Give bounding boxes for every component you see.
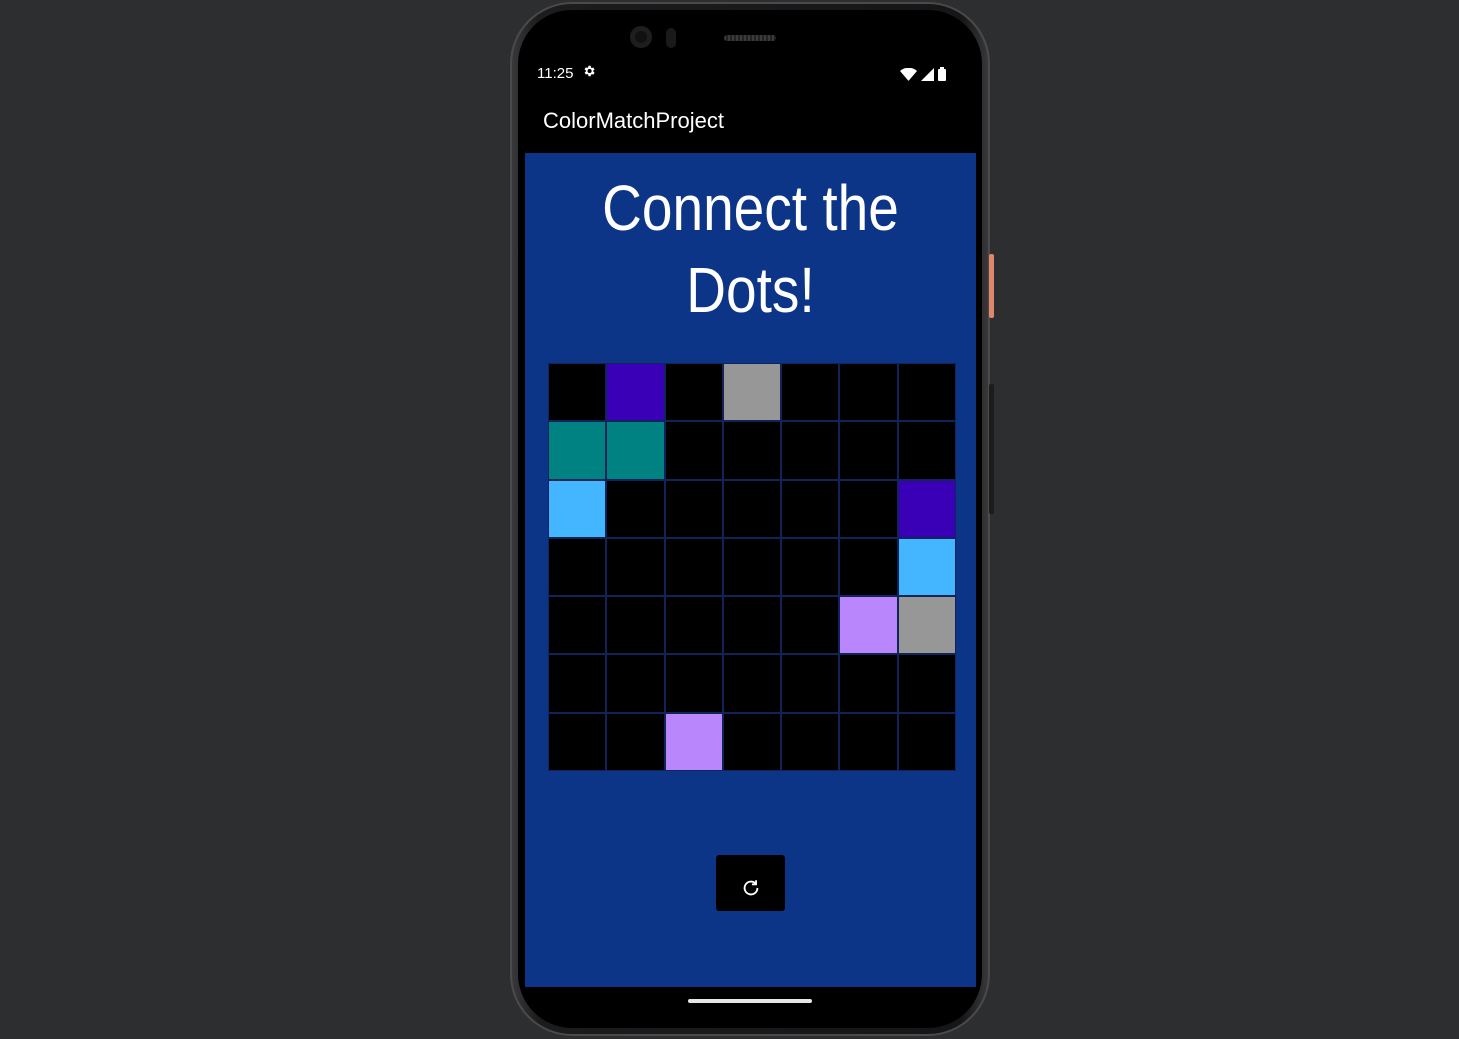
grid-cell[interactable] (606, 421, 665, 480)
front-camera (630, 26, 652, 48)
grid-cell[interactable] (722, 712, 782, 771)
status-time: 11:25 (537, 65, 574, 82)
grid-cell[interactable] (839, 654, 898, 713)
grid-cell[interactable] (897, 479, 956, 538)
app-title: ColorMatchProject (543, 108, 724, 133)
refresh-icon (743, 880, 759, 896)
grid-cell[interactable] (839, 363, 898, 422)
grid-cell[interactable] (897, 596, 956, 655)
app-bar: ColorMatchProject (525, 91, 976, 153)
grid-cell[interactable] (664, 654, 723, 713)
grid-cell[interactable] (781, 596, 840, 655)
grid-cell[interactable] (839, 479, 898, 538)
grid-cell[interactable] (781, 654, 840, 713)
status-bar: 11:25 (525, 59, 976, 91)
home-gesture-bar[interactable] (688, 999, 812, 1003)
grid-cell[interactable] (548, 596, 607, 655)
grid-cell[interactable] (722, 363, 782, 422)
page-title: Connect the Dots! (602, 172, 899, 326)
grid-cell[interactable] (548, 537, 607, 597)
grid-cell[interactable] (606, 479, 665, 538)
grid-cell[interactable] (664, 479, 723, 538)
grid-cell[interactable] (548, 654, 607, 713)
grid-cell[interactable] (548, 479, 607, 538)
grid-cell[interactable] (897, 537, 956, 597)
grid-cell[interactable] (548, 712, 607, 771)
grid-cell[interactable] (606, 596, 665, 655)
grid-cell[interactable] (722, 654, 782, 713)
grid-cell[interactable] (722, 479, 782, 538)
grid-cell[interactable] (664, 363, 723, 422)
grid-cell[interactable] (606, 537, 665, 597)
grid-cell[interactable] (839, 596, 898, 655)
grid-cell[interactable] (606, 712, 665, 771)
grid-cell[interactable] (722, 596, 782, 655)
grid-cell[interactable] (839, 421, 898, 480)
volume-button[interactable] (989, 384, 994, 514)
status-icons (900, 67, 946, 86)
reset-button[interactable] (716, 855, 785, 911)
grid-cell[interactable] (781, 537, 840, 597)
wifi-icon (900, 67, 917, 86)
grid-cell[interactable] (606, 654, 665, 713)
grid-cell[interactable] (781, 479, 840, 538)
grid-cell[interactable] (548, 421, 607, 480)
grid-cell[interactable] (839, 712, 898, 771)
grid-cell[interactable] (722, 537, 782, 597)
grid-cell[interactable] (606, 363, 665, 422)
grid-cell[interactable] (781, 712, 840, 771)
grid-cell[interactable] (897, 421, 956, 480)
grid-cell[interactable] (664, 421, 723, 480)
grid-cell[interactable] (781, 421, 840, 480)
grid-cell[interactable] (664, 712, 723, 771)
phone-frame: 11:25 ColorMatchProject Connect the Dots… (510, 2, 994, 1036)
navigation-bar (525, 987, 976, 1014)
gear-icon (582, 64, 596, 82)
grid-cell[interactable] (781, 363, 840, 422)
grid-cell[interactable] (897, 363, 956, 422)
battery-icon (938, 67, 946, 86)
grid-cell[interactable] (897, 712, 956, 771)
game-content: Connect the Dots! (525, 153, 976, 987)
grid-cell[interactable] (897, 654, 956, 713)
grid-cell[interactable] (664, 596, 723, 655)
earpiece-speaker (724, 35, 776, 41)
grid-cell[interactable] (722, 421, 782, 480)
game-grid (548, 363, 956, 771)
grid-cell[interactable] (664, 537, 723, 597)
phone-screen: 11:25 ColorMatchProject Connect the Dots… (525, 59, 976, 1014)
signal-icon (921, 67, 934, 86)
proximity-sensor (666, 28, 676, 48)
power-button[interactable] (989, 254, 994, 318)
grid-cell[interactable] (839, 537, 898, 597)
grid-cell[interactable] (548, 363, 607, 422)
